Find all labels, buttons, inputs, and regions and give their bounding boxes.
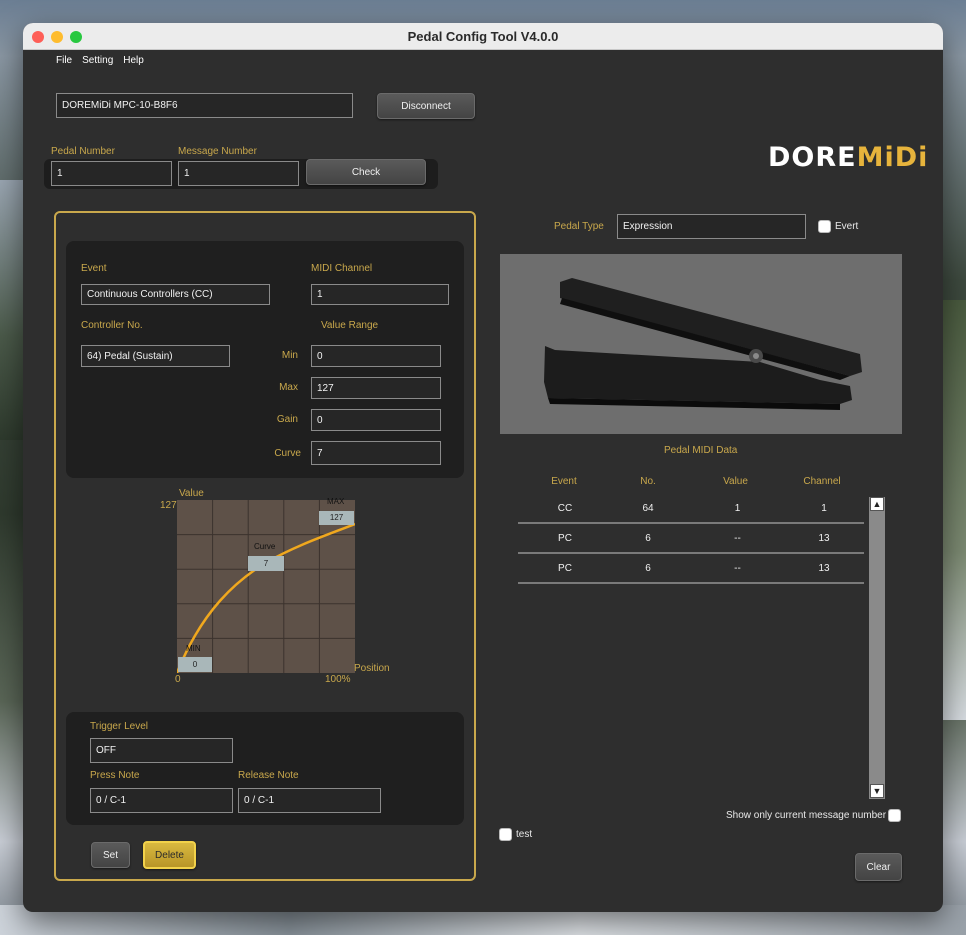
app-window: Pedal Config Tool V4.0.0 File Setting He… xyxy=(23,23,943,912)
cell-value: 1 xyxy=(734,503,741,514)
cell-event: CC xyxy=(557,503,573,514)
curve-graph[interactable] xyxy=(177,500,355,673)
min-field[interactable]: 0 xyxy=(311,345,441,367)
set-button[interactable]: Set xyxy=(91,842,130,868)
message-number-label: Message Number xyxy=(178,146,257,157)
release-note-label: Release Note xyxy=(238,770,299,781)
device-name-field[interactable]: DOREMiDi MPC-10-B8F6 xyxy=(56,93,353,118)
cell-channel: 1 xyxy=(821,503,827,514)
table-scrollbar[interactable] xyxy=(869,497,885,799)
scroll-up-icon[interactable]: ▲ xyxy=(870,497,884,511)
midi-data-title: Pedal MIDI Data xyxy=(664,445,738,456)
cell-channel: 13 xyxy=(818,533,830,544)
graph-value-axis-label: Value xyxy=(179,488,204,499)
gain-label: Gain xyxy=(276,414,298,425)
cell-event: PC xyxy=(558,563,572,574)
column-event: Event xyxy=(551,476,577,487)
show-only-current-checkbox[interactable] xyxy=(888,809,901,822)
pedal-type-select[interactable]: Expression xyxy=(617,214,806,239)
release-note-select[interactable]: 0 / C-1 xyxy=(238,788,381,813)
table-row[interactable]: CC 64 1 1 xyxy=(518,494,864,524)
graph-y-max-label: 127 xyxy=(160,500,177,511)
curve-field[interactable]: 7 xyxy=(311,441,441,465)
pedal-number-field[interactable]: 1 xyxy=(51,161,172,186)
graph-min-label: MIN xyxy=(186,644,201,653)
evert-checkbox[interactable] xyxy=(818,220,831,233)
title-bar: Pedal Config Tool V4.0.0 xyxy=(23,23,943,50)
pedal-image xyxy=(500,254,902,434)
pedal-number-label: Pedal Number xyxy=(51,146,115,157)
controller-no-label: Controller No. xyxy=(81,320,143,331)
test-label: test xyxy=(516,829,533,840)
graph-min-value: 0 xyxy=(178,657,212,672)
trigger-level-label: Trigger Level xyxy=(90,721,148,732)
table-row[interactable]: PC 6 -- 13 xyxy=(518,524,864,554)
table-row[interactable]: PC 6 -- 13 xyxy=(518,554,864,584)
column-no: No. xyxy=(640,476,656,487)
midi-channel-select[interactable]: 1 xyxy=(311,284,449,305)
graph-position-axis-label: Position xyxy=(354,663,390,674)
show-only-current-label: Show only current message number xyxy=(726,810,887,821)
min-label: Min xyxy=(281,350,298,361)
window-title: Pedal Config Tool V4.0.0 xyxy=(407,28,559,44)
graph-max-label: MAX xyxy=(327,497,345,506)
press-note-label: Press Note xyxy=(90,770,140,781)
press-note-select[interactable]: 0 / C-1 xyxy=(90,788,233,813)
menu-file[interactable]: File xyxy=(56,55,72,66)
cell-no: 6 xyxy=(645,533,651,544)
minimize-window-button[interactable] xyxy=(51,31,63,43)
cell-value: -- xyxy=(734,533,741,544)
cell-event: PC xyxy=(558,533,572,544)
cell-channel: 13 xyxy=(818,563,830,574)
expression-pedal-icon xyxy=(544,278,862,410)
check-button[interactable]: Check xyxy=(306,159,426,185)
event-label: Event xyxy=(81,263,107,274)
delete-button[interactable]: Delete xyxy=(143,841,196,869)
graph-x-min-label: 0 xyxy=(175,674,181,685)
menu-setting[interactable]: Setting xyxy=(82,55,113,66)
column-channel: Channel xyxy=(803,476,841,487)
max-label: Max xyxy=(279,382,298,393)
trigger-level-select[interactable]: OFF xyxy=(90,738,233,763)
evert-label: Evert xyxy=(835,221,859,232)
controller-no-select[interactable]: 64) Pedal (Sustain) xyxy=(81,345,230,367)
test-checkbox[interactable] xyxy=(499,828,512,841)
cell-no: 64 xyxy=(642,503,654,514)
disconnect-button[interactable]: Disconnect xyxy=(377,93,475,119)
column-value: Value xyxy=(723,476,748,487)
message-number-field[interactable]: 1 xyxy=(178,161,299,186)
midi-channel-label: MIDI Channel xyxy=(311,263,373,274)
menu-bar: File Setting Help xyxy=(56,55,144,66)
graph-x-max-label: 100% xyxy=(325,674,351,685)
scroll-down-icon[interactable]: ▼ xyxy=(870,784,884,798)
clear-button[interactable]: Clear xyxy=(855,853,902,881)
doremidi-logo: DOREMiDi xyxy=(768,142,929,173)
graph-max-value: 127 xyxy=(319,511,354,525)
curve-label: Curve xyxy=(274,448,301,459)
pedal-type-label: Pedal Type xyxy=(554,221,604,232)
event-select[interactable]: Continuous Controllers (CC) xyxy=(81,284,270,305)
graph-curve-value: 7 xyxy=(248,556,284,571)
max-field[interactable]: 127 xyxy=(311,377,441,399)
cell-value: -- xyxy=(734,563,741,574)
menu-help[interactable]: Help xyxy=(123,55,144,66)
cell-no: 6 xyxy=(645,563,651,574)
value-range-label: Value Range xyxy=(321,320,379,331)
graph-curve-label: Curve xyxy=(254,542,276,551)
zoom-window-button[interactable] xyxy=(70,31,82,43)
gain-field[interactable]: 0 xyxy=(311,409,441,431)
close-window-button[interactable] xyxy=(32,31,44,43)
